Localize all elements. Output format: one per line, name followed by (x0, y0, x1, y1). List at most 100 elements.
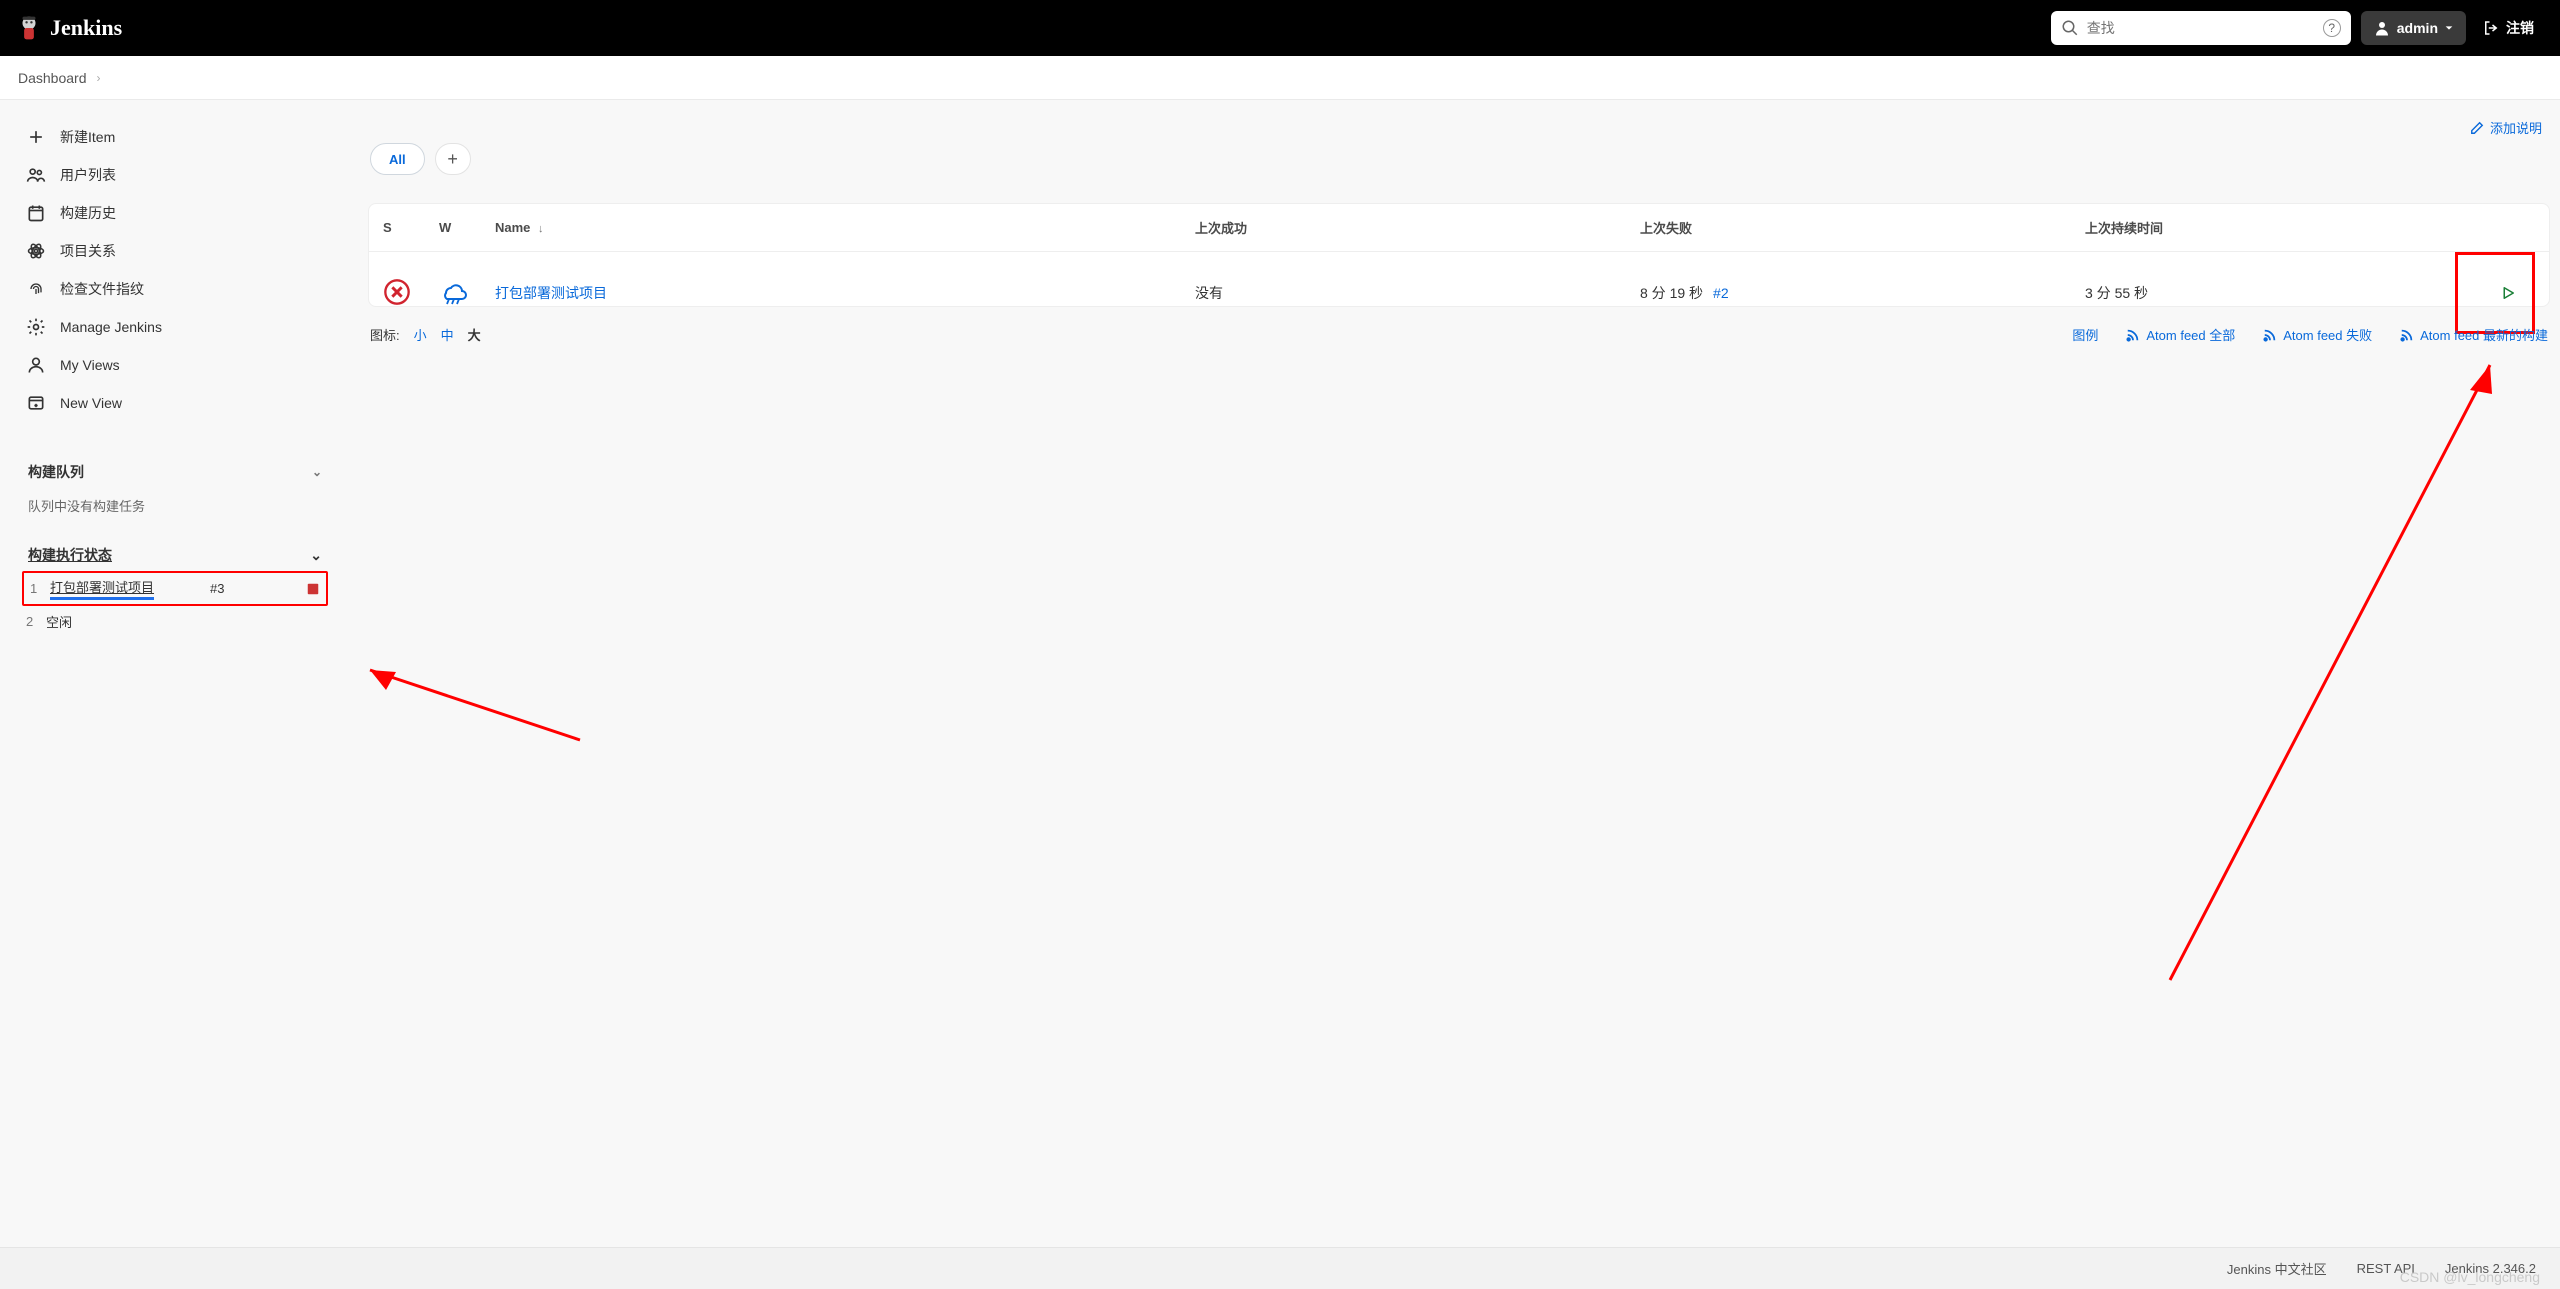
sidebar-item-manage[interactable]: Manage Jenkins (16, 308, 334, 346)
rss-icon (2400, 328, 2414, 342)
atom-icon (26, 241, 46, 261)
view-tabs: All + (370, 143, 2550, 175)
col-last-failure[interactable]: 上次失败 (1640, 218, 2085, 237)
logout-icon (2482, 19, 2500, 37)
icon-size-large[interactable]: 大 (468, 325, 481, 344)
icon-size-selector: 图标: 小 中 大 (370, 325, 481, 344)
col-s[interactable]: S (383, 220, 439, 235)
build-queue-section: 构建队列 ⌄ 队列中没有构建任务 (8, 446, 342, 533)
build-queue-header[interactable]: 构建队列 ⌄ (22, 456, 328, 488)
sidebar-item-people[interactable]: 用户列表 (16, 156, 334, 194)
icon-size-small[interactable]: 小 (414, 325, 427, 344)
tab-all[interactable]: All (370, 143, 425, 175)
jenkins-logo-icon (16, 13, 42, 43)
last-failure-build-link[interactable]: #2 (1713, 285, 1729, 301)
sidebar-item-fingerprint[interactable]: 检查文件指纹 (16, 270, 334, 308)
chevron-down-icon: ⌄ (310, 547, 322, 564)
sidebar-item-label: 构建历史 (60, 203, 116, 223)
user-icon (26, 355, 46, 375)
last-failure-cell: 8 分 19 秒 #2 (1640, 283, 2085, 303)
sidebar-item-label: Manage Jenkins (60, 319, 162, 335)
icon-size-label: 图标: (370, 325, 400, 344)
run-build-button[interactable] (2490, 275, 2526, 311)
executors-title: 构建执行状态 (28, 545, 112, 565)
table-row: 打包部署测试项目 没有 8 分 19 秒 #2 3 分 55 秒 (368, 251, 2550, 307)
plus-icon (26, 127, 46, 147)
breadcrumb: Dashboard › (0, 56, 2560, 100)
executor-build-num: #3 (210, 581, 224, 596)
build-queue-title: 构建队列 (28, 462, 84, 482)
sidebar-item-new-item[interactable]: 新建Item (16, 118, 334, 156)
sidebar-item-new-view[interactable]: New View (16, 384, 334, 422)
header: Jenkins ? admin 注销 (0, 0, 2560, 56)
user-menu[interactable]: admin (2361, 11, 2466, 45)
watermark: CSDN @lv_longcheng (2400, 1269, 2540, 1285)
footer-zh-community[interactable]: Jenkins 中文社区 (2227, 1259, 2327, 1278)
executor-index: 1 (30, 581, 42, 596)
rss-icon (2126, 328, 2140, 342)
sidebar-nav: 新建Item 用户列表 构建历史 项目关系 检查文件指纹 Manage Jenk… (8, 118, 342, 436)
tab-new[interactable]: + (435, 143, 471, 175)
search-icon (2061, 19, 2079, 37)
history-icon (26, 203, 46, 223)
build-queue-empty: 队列中没有构建任务 (22, 488, 328, 523)
sidebar-item-project-rel[interactable]: 项目关系 (16, 232, 334, 270)
rss-icon (2263, 328, 2277, 342)
edit-icon (2470, 121, 2484, 135)
col-w[interactable]: W (439, 220, 495, 235)
executor-item-idle: 2 空闲 (22, 606, 328, 637)
executors-section: 构建执行状态 ⌄ 1 打包部署测试项目 #3 2 空闲 (8, 533, 342, 643)
play-icon (2499, 284, 2517, 302)
col-name[interactable]: Name ↓ (495, 220, 1195, 235)
help-icon[interactable]: ? (2323, 19, 2341, 37)
new-window-icon (26, 393, 46, 413)
fingerprint-icon (26, 279, 46, 299)
weather-storm-icon (439, 279, 469, 305)
chevron-down-icon: ⌄ (312, 465, 322, 479)
project-table: S W Name ↓ 上次成功 上次失败 上次持续时间 打包部署测试项目 没有 … (368, 203, 2550, 307)
status-cell (383, 278, 439, 309)
sidebar-item-my-views[interactable]: My Views (16, 346, 334, 384)
sidebar-item-label: 检查文件指纹 (60, 279, 144, 299)
brand-link[interactable]: Jenkins (16, 13, 122, 43)
logout-label: 注销 (2506, 18, 2534, 38)
bottom-row: 图标: 小 中 大 图例 Atom feed 全部 Atom feed 失败 A… (368, 325, 2550, 344)
executor-idle-label: 空闲 (46, 612, 72, 631)
weather-cell (439, 279, 495, 308)
sidebar-item-label: My Views (60, 357, 120, 373)
sidebar-item-label: New View (60, 395, 122, 411)
executor-index: 2 (26, 614, 38, 629)
col-last-success[interactable]: 上次成功 (1195, 218, 1640, 237)
sidebar-item-label: 用户列表 (60, 165, 116, 185)
status-failed-icon (383, 278, 411, 306)
executors-header[interactable]: 构建执行状态 ⌄ (22, 539, 328, 571)
feed-all[interactable]: Atom feed 全部 (2126, 325, 2235, 344)
gear-icon (26, 317, 46, 337)
breadcrumb-dashboard[interactable]: Dashboard (18, 70, 87, 86)
table-header: S W Name ↓ 上次成功 上次失败 上次持续时间 (368, 203, 2550, 251)
sidebar-item-label: 新建Item (60, 127, 115, 147)
feed-failed[interactable]: Atom feed 失败 (2263, 325, 2372, 344)
executor-item-running[interactable]: 1 打包部署测试项目 #3 (22, 571, 328, 606)
user-name: admin (2397, 20, 2438, 36)
feed-latest[interactable]: Atom feed 最新的构建 (2400, 325, 2548, 344)
feeds: 图例 Atom feed 全部 Atom feed 失败 Atom feed 最… (2072, 325, 2548, 344)
sidebar-item-label: 项目关系 (60, 241, 116, 261)
user-icon (2373, 19, 2391, 37)
sidebar-item-build-history[interactable]: 构建历史 (16, 194, 334, 232)
last-duration-cell: 3 分 55 秒 (2085, 283, 2455, 303)
col-last-duration[interactable]: 上次持续时间 (2085, 218, 2455, 237)
chevron-down-icon (2444, 23, 2454, 33)
executor-job-link[interactable]: 打包部署测试项目 (50, 577, 154, 600)
legend-link[interactable]: 图例 (2072, 325, 2098, 344)
search-box[interactable]: ? (2051, 11, 2351, 45)
add-description-link[interactable]: 添加说明 (2470, 118, 2542, 137)
search-input[interactable] (2087, 20, 2315, 36)
icon-size-medium[interactable]: 中 (441, 325, 454, 344)
stop-icon[interactable] (306, 582, 320, 596)
last-success-cell: 没有 (1195, 283, 1640, 303)
logout-button[interactable]: 注销 (2472, 11, 2544, 45)
brand-text: Jenkins (50, 15, 122, 41)
sidebar: 新建Item 用户列表 构建历史 项目关系 检查文件指纹 Manage Jenk… (0, 100, 350, 661)
job-name-link[interactable]: 打包部署测试项目 (495, 285, 607, 301)
